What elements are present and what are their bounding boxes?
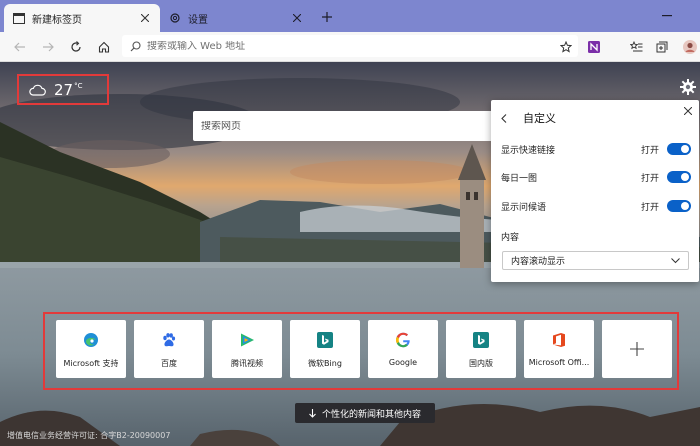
close-tab-icon[interactable] xyxy=(290,11,304,25)
tab-new-tab[interactable]: 新建标签页 xyxy=(4,4,160,32)
personalized-news-button[interactable]: 个性化的新闻和其他内容 xyxy=(295,403,435,423)
quick-link-label: Google xyxy=(388,358,418,367)
minimize-button[interactable] xyxy=(660,9,674,23)
content-section-label: 内容 xyxy=(501,233,520,243)
quick-link-baidu[interactable]: 百度 xyxy=(134,320,204,378)
tab-title: 新建标签页 xyxy=(32,14,82,26)
panel-title: 自定义 xyxy=(523,112,556,125)
baidu-paw-icon xyxy=(161,332,177,348)
refresh-button[interactable] xyxy=(68,39,84,55)
profile-button[interactable] xyxy=(682,39,698,55)
favorite-star-button[interactable] xyxy=(558,39,574,55)
toggle-state: 打开 xyxy=(640,145,659,156)
quick-link-tencent-video[interactable]: 腾讯视频 xyxy=(212,320,282,378)
forward-button[interactable] xyxy=(40,39,56,55)
quick-link-label: 腾讯视频 xyxy=(231,359,263,368)
navigation-bar xyxy=(0,32,700,62)
arrow-down-icon xyxy=(309,408,316,418)
news-button-label: 个性化的新闻和其他内容 xyxy=(321,409,421,420)
address-input[interactable] xyxy=(147,40,578,52)
quick-link-label: 百度 xyxy=(161,359,177,368)
tencent-video-icon xyxy=(239,332,255,348)
page-settings-button[interactable] xyxy=(680,79,696,95)
favorites-list-button[interactable] xyxy=(628,39,644,55)
toggle-row-daily-image: 每日一图 打开 xyxy=(501,169,691,185)
quick-link-label: Microsoft 支持 xyxy=(63,359,119,368)
title-bar: 新建标签页 设置 xyxy=(0,0,700,32)
edge-icon xyxy=(83,332,99,348)
toggle-label: 显示问候语 xyxy=(501,202,547,213)
close-tab-icon[interactable] xyxy=(138,11,152,25)
toggle-label: 每日一图 xyxy=(501,173,538,184)
address-bar[interactable] xyxy=(122,35,578,57)
quick-link-microsoft-office[interactable]: Microsoft Offi... xyxy=(524,320,594,378)
daily-image-toggle[interactable] xyxy=(667,171,691,183)
quick-links-toggle[interactable] xyxy=(667,143,691,155)
chevron-down-icon xyxy=(671,257,680,264)
minimize-icon xyxy=(662,15,672,17)
chevron-left-icon[interactable] xyxy=(501,112,513,124)
web-search-input[interactable] xyxy=(193,120,507,132)
quick-link-bing[interactable]: 微软Bing xyxy=(290,320,360,378)
license-text[interactable]: 增值电信业务经营许可证: 合字B2-20090007 xyxy=(7,430,170,441)
plus-icon xyxy=(630,342,644,356)
home-icon xyxy=(98,41,110,53)
collections-button[interactable] xyxy=(654,39,670,55)
temperature-unit: °C xyxy=(74,81,83,90)
onenote-icon xyxy=(588,41,600,53)
toggle-state: 打开 xyxy=(640,202,659,213)
bing-icon xyxy=(473,332,489,348)
cloud-icon xyxy=(29,84,46,96)
quick-link-bing-china[interactable]: 国内版 xyxy=(446,320,516,378)
quick-link-google[interactable]: Google xyxy=(368,320,438,378)
refresh-icon xyxy=(71,41,81,52)
quick-link-microsoft-support[interactable]: Microsoft 支持 xyxy=(56,320,126,378)
bing-icon xyxy=(317,332,333,348)
select-value: 内容滚动显示 xyxy=(511,257,566,267)
toggle-label: 显示快速链接 xyxy=(501,145,556,156)
back-button[interactable] xyxy=(12,39,28,55)
gear-icon xyxy=(680,79,696,95)
web-search-box[interactable] xyxy=(193,111,507,141)
quick-link-label: Microsoft Offi... xyxy=(528,358,590,367)
settings-gear-icon xyxy=(168,11,182,25)
quick-link-label: 微软Bing xyxy=(308,359,342,368)
weather-widget[interactable]: 27 °C xyxy=(17,74,109,105)
collections-icon xyxy=(656,41,668,53)
home-button[interactable] xyxy=(96,39,112,55)
quick-link-label: 国内版 xyxy=(469,359,493,368)
tab-settings[interactable]: 设置 xyxy=(160,4,312,32)
avatar xyxy=(683,40,697,54)
toggle-state: 打开 xyxy=(640,173,659,184)
toggle-row-greeting: 显示问候语 打开 xyxy=(501,198,691,214)
add-quick-link-button[interactable] xyxy=(602,320,672,378)
close-panel-button[interactable] xyxy=(683,106,693,116)
google-icon xyxy=(395,332,411,348)
tab-title: 设置 xyxy=(188,14,208,26)
greeting-toggle[interactable] xyxy=(667,200,691,212)
new-tab-page-icon xyxy=(12,11,26,25)
onenote-extension-button[interactable] xyxy=(586,39,602,55)
arrow-right-icon xyxy=(43,42,54,52)
arrow-left-icon xyxy=(14,42,25,52)
favorites-list-icon xyxy=(629,41,642,52)
new-tab-button[interactable] xyxy=(318,8,336,26)
close-icon xyxy=(684,107,692,115)
plus-icon xyxy=(322,12,332,22)
content-display-select[interactable]: 内容滚动显示 xyxy=(502,251,689,270)
star-icon xyxy=(560,41,572,53)
toggle-row-quick-links: 显示快速链接 打开 xyxy=(501,141,691,157)
office-icon xyxy=(551,332,567,348)
temperature-value: 27 xyxy=(54,80,74,99)
search-icon xyxy=(130,40,141,52)
